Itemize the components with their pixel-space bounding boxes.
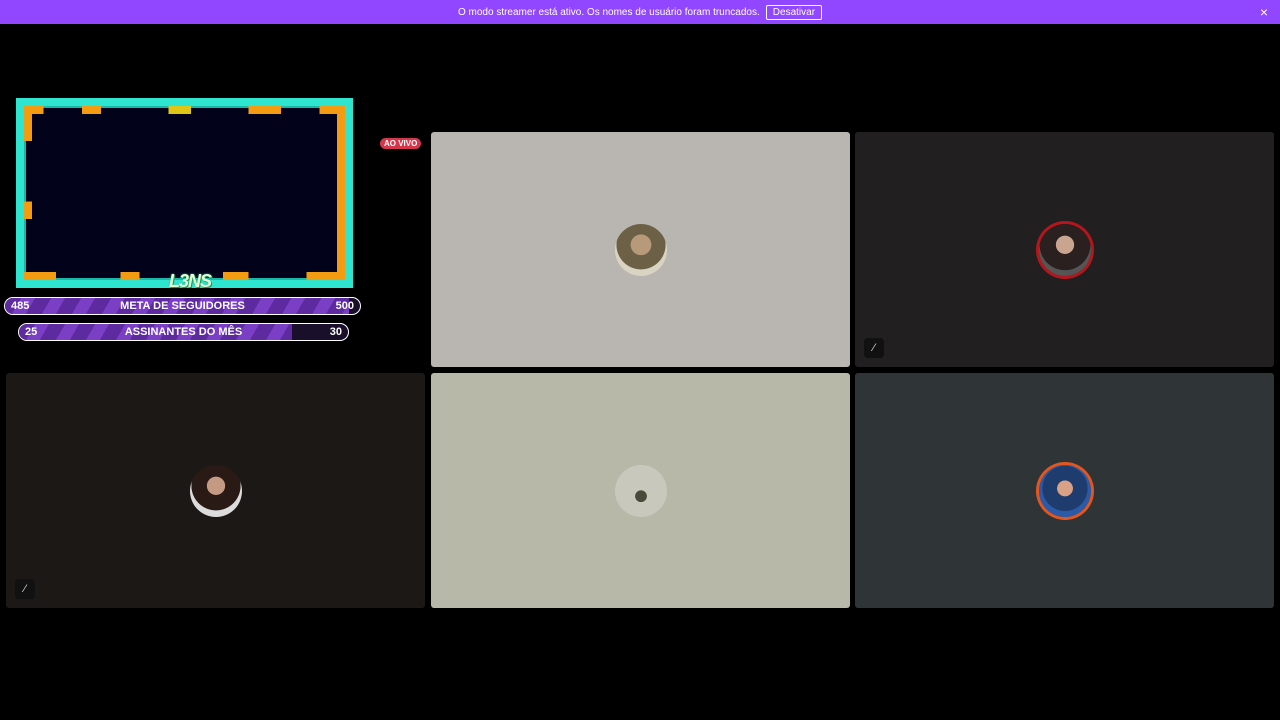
participant-tile-4[interactable] [431, 373, 850, 608]
participant-tile-3[interactable]: ⁄ [6, 373, 425, 608]
subs-goal-bar: 25 ASSINANTES DO MÊS 30 [18, 323, 349, 341]
subs-goal-label: ASSINANTES DO MÊS [124, 326, 243, 338]
banner-message: O modo streamer está ativo. Os nomes de … [457, 6, 760, 18]
overlay-logo: L3NS [169, 271, 212, 291]
followers-goal-label: META DE SEGUIDORES [120, 300, 245, 312]
participant-tile-1[interactable] [431, 132, 850, 367]
disable-streamer-mode-button[interactable]: Desativar [765, 4, 823, 20]
avatar [614, 464, 667, 517]
avatar [1038, 223, 1091, 276]
subs-goal-target: 30 [329, 326, 342, 338]
close-icon[interactable]: × [1260, 4, 1268, 20]
followers-goal-bar: 485 META DE SEGUIDORES 500 [4, 297, 361, 315]
participant-tile-5[interactable] [855, 373, 1274, 608]
avatar [1038, 464, 1091, 517]
followers-goal-target: 500 [335, 300, 354, 312]
live-badge: AO VIVO [380, 138, 422, 149]
avatar [189, 464, 242, 517]
mic-off-icon: ⁄ [15, 579, 35, 599]
participant-tile-2[interactable]: ⁄ [855, 132, 1274, 367]
stream-overlay-frame: L3NS [16, 98, 353, 291]
avatar [614, 223, 667, 276]
mic-off-icon: ⁄ [864, 338, 884, 358]
streamer-mode-banner: O modo streamer está ativo. Os nomes de … [0, 0, 1280, 24]
